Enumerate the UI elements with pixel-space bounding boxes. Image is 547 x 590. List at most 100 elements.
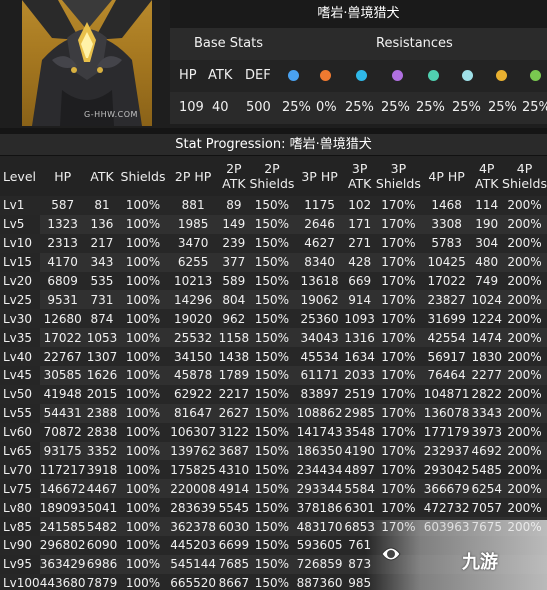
stat-cell: 220008 [167,479,219,499]
stat-cell: 472732 [421,498,472,518]
stat-cell: 150% [249,233,295,253]
monster-portrait: G-HHW.COM [22,0,152,126]
table-header-row: Level HP ATK Shields 2P HP 2P ATK 2P Shields 3P… [0,156,547,196]
stat-cell: 283639 [167,498,219,518]
stat-cell: 54431 [39,403,86,423]
stat-cell: 1323 [39,214,86,234]
stat-cell: 2015 [85,384,119,404]
stat-cell: 81 [85,196,119,215]
level-cell: Lv30 [0,309,40,329]
stat-cell: 170% [374,498,422,518]
stat-cell: 480 [471,252,503,272]
table-row: Lv10 2313 217 100% 3470 239 150% 4627 271 170% 578… [0,233,547,253]
stat-cell: 150% [249,517,295,537]
stat-cell: 150% [249,403,295,423]
stat-cell: 170% [374,233,422,253]
stat-cell: 1438 [218,347,250,367]
column-header: ATK [85,156,119,196]
stat-cell: 170% [374,460,422,480]
stat-cell: 200% [502,290,547,310]
stat-cell: 200% [502,233,547,253]
stat-cell: 3470 [167,233,219,253]
stat-cell: 41948 [39,384,86,404]
stat-cell: 8667 [218,573,250,590]
stat-cell: 7057 [471,498,503,518]
level-cell: Lv45 [0,366,40,385]
stat-cell: 19062 [294,290,345,310]
atk-label: ATK [208,68,233,83]
stat-cell: 545144 [167,554,219,574]
stat-cell: 100% [118,460,168,480]
stat-cell: 6255 [167,252,219,272]
base-stats-heading: Base Stats [194,36,263,51]
stat-cell: 4914 [218,479,250,499]
stat-cell: 3122 [218,422,250,442]
stat-cell: 2838 [85,422,119,442]
stat-cell: 100% [118,328,168,348]
stat-cell: 731 [85,290,119,310]
stat-cell: 150% [249,384,295,404]
electro-res-value: 25% [381,100,410,115]
stat-cell: 4310 [218,460,250,480]
level-cell: Lv55 [0,403,40,423]
table-row: Lv45 30585 1626 100% 45878 1789 150% 61171 2033 1… [0,366,547,385]
stat-cell: 804 [218,290,250,310]
stat-cell: 1985 [167,214,219,234]
stat-cell: 170% [374,366,422,385]
stat-cell: 4190 [344,441,375,461]
stat-cell: 200% [502,214,547,234]
stat-cell: 170% [374,196,422,215]
stat-cell: 3687 [218,441,250,461]
stat-cell: 150% [249,498,295,518]
stat-cell: 150% [249,554,295,574]
stat-cell: 1224 [471,309,503,329]
stat-cell: 200% [502,196,547,215]
stat-cell: 83897 [294,384,345,404]
stat-cell: 150% [249,271,295,291]
stat-cell: 6809 [39,271,86,291]
stat-cell: 170% [374,271,422,291]
stat-cell: 139762 [167,441,219,461]
stat-cell: 189093 [39,498,86,518]
level-cell: Lv5 [0,214,40,234]
stat-cell: 593605 [294,536,345,555]
stat-cell: 3918 [85,460,119,480]
stat-cell: 343 [85,252,119,272]
stat-cell: 665520 [167,573,219,590]
stat-cell: 589 [218,271,250,291]
stat-cell: 239 [218,233,250,253]
stat-cell: 150% [249,479,295,499]
monster-name: 嗜岩·兽境猎犬 [170,0,547,28]
stat-cell: 150% [249,290,295,310]
stat-cell: 296802 [39,536,86,555]
stat-cell: 150% [249,252,295,272]
stat-cell: 200% [502,347,547,367]
level-cell: Lv15 [0,252,40,272]
stat-cell: 887360 [294,573,345,590]
stat-cell: 100% [118,309,168,329]
level-cell: Lv75 [0,479,40,499]
stat-cell: 535 [85,271,119,291]
table-row: Lv60 70872 2838 100% 106307 3122 150% 141743 354… [0,422,547,442]
stat-cell: 1316 [344,328,375,348]
level-cell: Lv60 [0,422,40,442]
stat-cell: 100% [118,271,168,291]
resistances-heading: Resistances [376,36,453,51]
stat-cell: 70872 [39,422,86,442]
stat-cell: 1474 [471,328,503,348]
stat-cell: 100% [118,252,168,272]
progression-title: Stat Progression: 嗜岩·兽境猎犬 [0,134,547,156]
column-header: 4P ATK [471,156,503,196]
stat-cell: 76464 [421,366,472,385]
stat-cell: 150% [249,441,295,461]
stat-cell: 45534 [294,347,345,367]
stat-cell: 10213 [167,271,219,291]
table-row: Lv65 93175 3352 100% 139762 3687 150% 186350 419… [0,441,547,461]
stat-cell: 171 [344,214,375,234]
stat-cell: 2277 [471,366,503,385]
stat-cell: 100% [118,196,168,215]
stat-cell: 14296 [167,290,219,310]
stat-cell: 5584 [344,479,375,499]
column-header: 4P HP [421,156,472,196]
stat-cell: 7879 [85,573,119,590]
